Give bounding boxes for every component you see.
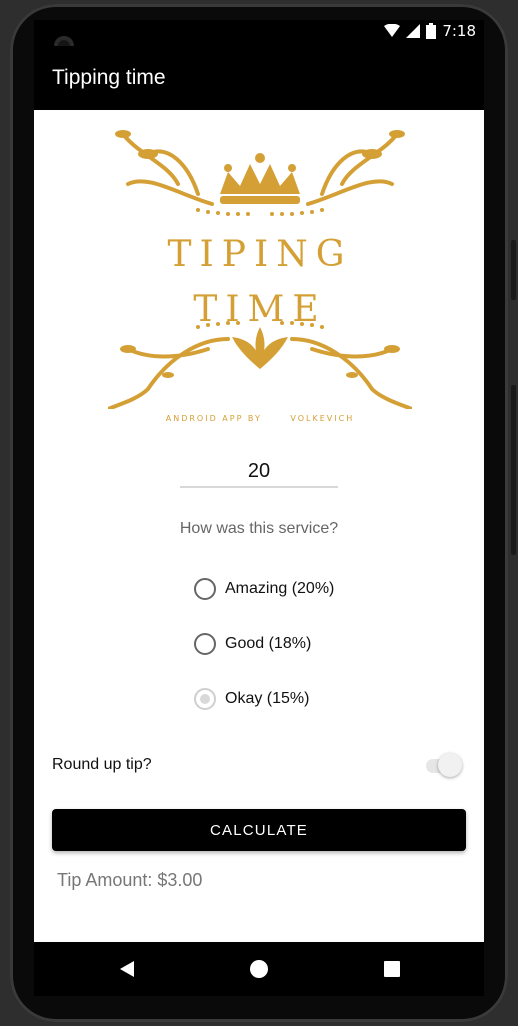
- back-button[interactable]: [114, 956, 140, 982]
- radio-unchecked-icon[interactable]: [194, 633, 216, 655]
- calculate-button[interactable]: CALCULATE: [52, 809, 466, 851]
- logo-byline-prefix: ANDROID APP BY: [165, 414, 262, 423]
- app-logo: TIPING TIME ANDROID APP BY VOLKEVICH: [108, 124, 412, 434]
- status-bar: 7:18: [34, 20, 484, 46]
- status-time: 7:18: [442, 22, 476, 40]
- tip-option-amazing[interactable]: Amazing (20%): [194, 578, 334, 600]
- tip-option-label: Amazing (20%): [225, 580, 335, 597]
- wifi-icon: [384, 24, 401, 37]
- radio-checked-icon[interactable]: [194, 688, 216, 710]
- tip-option-label: Good (18%): [225, 635, 312, 652]
- service-question: How was this service?: [179, 520, 339, 537]
- home-button[interactable]: [246, 956, 272, 982]
- switch-thumb[interactable]: [438, 753, 462, 777]
- radio-unchecked-icon[interactable]: [194, 578, 216, 600]
- volume-button: [511, 385, 516, 555]
- signal-icon: [406, 24, 421, 38]
- leaf-ornament-icon: [108, 321, 412, 409]
- round-up-label: Round up tip?: [52, 756, 152, 773]
- logo-title-line1: TIPING: [167, 234, 353, 275]
- logo-byline: ANDROID APP BY VOLKEVICH: [108, 414, 412, 423]
- crown-ornament-icon: [115, 130, 405, 216]
- main-content: TIPING TIME ANDROID APP BY VOLKEVICH 20 …: [34, 110, 484, 942]
- home-circle-icon: [250, 960, 268, 978]
- logo-byline-author: VOLKEVICH: [290, 414, 355, 423]
- recents-square-icon: [384, 961, 400, 977]
- back-triangle-icon: [120, 961, 134, 977]
- power-button: [511, 240, 516, 300]
- app-bar: Tipping time: [34, 46, 484, 110]
- tip-option-label: Okay (15%): [225, 690, 310, 707]
- tip-amount-result: Tip Amount: $3.00: [57, 870, 203, 890]
- status-icons: 7:18: [384, 22, 476, 40]
- battery-icon: [426, 23, 437, 39]
- cost-of-service-input[interactable]: [180, 456, 338, 488]
- tip-option-good[interactable]: Good (18%): [194, 633, 311, 655]
- round-up-switch[interactable]: [424, 753, 464, 779]
- tip-option-okay[interactable]: Okay (15%): [194, 688, 309, 710]
- app-title: Tipping time: [52, 66, 166, 89]
- recents-button[interactable]: [379, 956, 405, 982]
- system-navigation-bar: [34, 942, 484, 996]
- device-frame: 7:18 Tipping time TIPING TIME ANDROID AP…: [0, 0, 518, 1026]
